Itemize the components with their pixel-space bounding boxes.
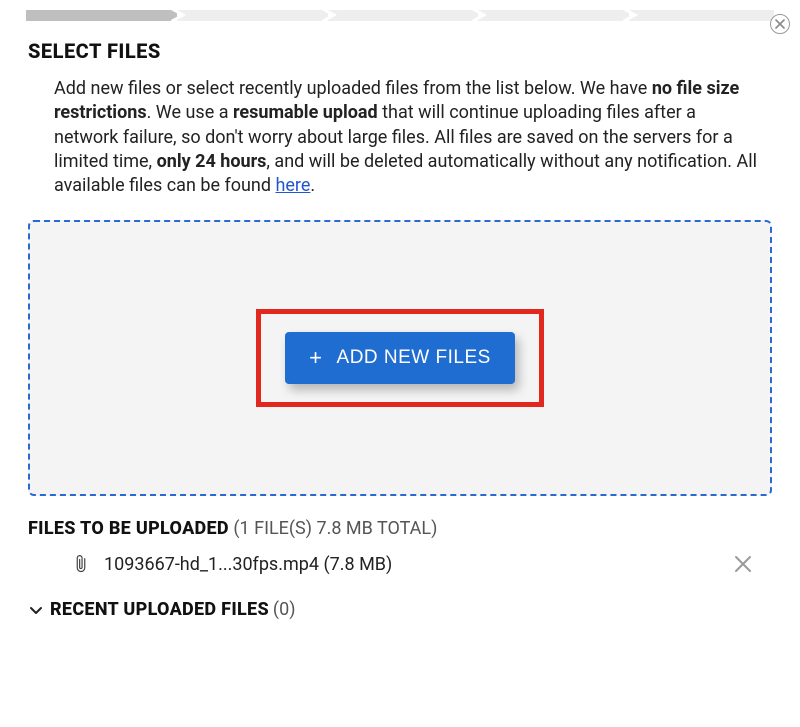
- file-name: 1093667-hd_1...30fps.mp4: [104, 554, 319, 575]
- recent-count-value: 0: [279, 599, 289, 620]
- progress-step-2: [177, 10, 322, 21]
- upload-total-word: TOTAL: [377, 518, 431, 539]
- desc-part1: Add new files or select recently uploade…: [54, 78, 652, 99]
- upload-count-unit: FILE(S): [254, 518, 312, 539]
- remove-file-button[interactable]: [732, 553, 754, 575]
- upload-section-label: FILES TO BE UPLOADED: [28, 518, 229, 539]
- progress-step-3: [328, 10, 473, 21]
- desc-bold2: resumable upload: [233, 102, 378, 123]
- file-size: 7.8 MB: [330, 554, 386, 575]
- recent-count: (0): [273, 599, 296, 620]
- desc-part2: . We use a: [147, 102, 233, 123]
- file-name-label: 1093667-hd_1...30fps.mp4 (7.8 MB): [104, 554, 732, 575]
- desc-bold3: only 24 hours: [157, 151, 267, 172]
- files-to-upload-heading: FILES TO BE UPLOADED (1 FILE(S) 7.8 MB T…: [28, 518, 772, 539]
- close-icon: [775, 19, 785, 29]
- upload-section-summary: (1 FILE(S) 7.8 MB TOTAL): [233, 518, 437, 539]
- description-text: Add new files or select recently uploade…: [54, 77, 764, 198]
- add-button-label: ADD NEW FILES: [337, 347, 491, 369]
- progress-step-5: [629, 10, 774, 21]
- plus-icon: +: [309, 347, 322, 369]
- upload-count: 1: [240, 518, 250, 539]
- upload-total-size: 7.8 MB: [316, 518, 372, 539]
- recent-section-label: RECENT UPLOADED FILES: [50, 599, 269, 620]
- x-icon: [734, 555, 752, 573]
- progress-step-1: [26, 10, 171, 21]
- paperclip-icon: [72, 553, 90, 575]
- progress-step-4: [478, 10, 623, 21]
- page-title: SELECT FILES: [28, 39, 772, 63]
- progress-stepper: [26, 10, 774, 21]
- add-new-files-button[interactable]: + ADD NEW FILES: [285, 332, 515, 384]
- file-row: 1093667-hd_1...30fps.mp4 (7.8 MB): [72, 553, 762, 575]
- files-here-link[interactable]: here: [275, 175, 310, 196]
- chevron-down-icon: [28, 602, 44, 618]
- recent-uploaded-files-toggle[interactable]: RECENT UPLOADED FILES (0): [28, 599, 772, 620]
- close-button[interactable]: [770, 14, 790, 34]
- file-dropzone[interactable]: + ADD NEW FILES: [28, 220, 772, 496]
- desc-part5: .: [310, 175, 315, 196]
